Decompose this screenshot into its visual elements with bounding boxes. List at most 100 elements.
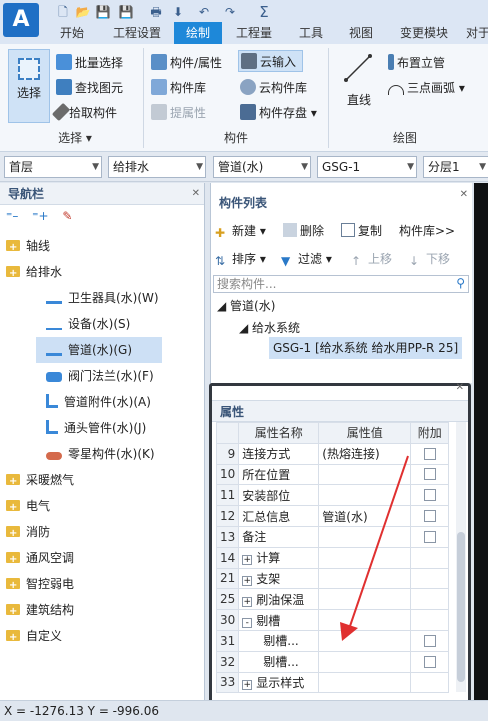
copy-icon [341, 223, 355, 237]
floor-select[interactable]: 首层 ▼ [4, 156, 102, 178]
pipe-icon [46, 347, 62, 356]
annotation-arrow [340, 455, 409, 641]
nav-item-sanitary[interactable]: 卫生器具(水)(W) [0, 285, 204, 311]
component-tree-item[interactable]: GSG-1 [给水系统 给水用PP-R 25] [269, 337, 463, 359]
cloud-input-icon [241, 53, 257, 69]
nav-item-equipment[interactable]: 设备(水)(S) [0, 311, 204, 337]
pipe-accessory-icon [46, 394, 58, 408]
nav-item-low-voltage[interactable]: 智控弱电 [0, 571, 204, 599]
new-component-button[interactable]: ✚ 新建 ▾ [215, 219, 266, 243]
tab-quantities[interactable]: 工程量 [228, 22, 280, 44]
nav-panel-header: 导航栏 ✕ [0, 183, 204, 205]
sort-icon: ⇅ [215, 254, 226, 268]
tab-change-module[interactable]: 变更模块 [392, 22, 456, 44]
expand-all-icon[interactable]: ⁼+ [32, 209, 48, 223]
delete-icon [283, 223, 297, 237]
nav-item-plumbing[interactable]: 给排水 [0, 259, 204, 287]
folder-icon [6, 599, 20, 625]
print-icon[interactable]: 🖶 [148, 4, 164, 20]
component-attr-button[interactable]: 构件/属性 [151, 52, 222, 74]
filter-button[interactable]: ▼ 过滤 ▾ [281, 247, 332, 271]
extract-attr-button[interactable]: 提属性 [151, 102, 206, 124]
cloud-lib-button[interactable]: 云构件库 [240, 77, 307, 99]
collapse-all-icon[interactable]: ⁼– [6, 209, 18, 223]
sum-icon[interactable]: Σ [256, 4, 272, 20]
new-file-icon[interactable]: 🗋 [55, 4, 71, 20]
arrow-up-icon: ↑ [351, 254, 362, 268]
arc-icon [388, 85, 404, 95]
group-separator [328, 48, 329, 148]
copy-component-button[interactable]: 复制 [341, 219, 382, 243]
component-library-button[interactable]: 构件库>> [399, 219, 455, 243]
nav-item-custom[interactable]: 自定义 [0, 623, 204, 651]
save-as-icon[interactable]: 💾 [118, 4, 134, 20]
component-lib-icon [151, 79, 167, 95]
save-icon[interactable]: 💾 [95, 4, 111, 20]
component-list-header: 构件列表 ✕ [211, 183, 472, 217]
cloud-input-button[interactable]: 云输入 [238, 50, 304, 72]
move-up-button[interactable]: ↑ 上移 [351, 247, 392, 271]
edit-nav-icon[interactable]: ✎ [62, 209, 72, 223]
component-search-input[interactable]: 搜索构件... ⚲ [213, 275, 469, 293]
layout-riser-button[interactable]: 布置立管 [388, 52, 445, 74]
nav-item-fire[interactable]: 消防 [0, 519, 204, 547]
sanitary-fixture-icon [46, 290, 62, 304]
folder-open-icon [6, 261, 20, 287]
line-icon [344, 54, 372, 82]
nav-tree: 轴线 给排水 卫生器具(水)(W) 设备(水)(S) 管道(水)(G) 阀门法兰… [0, 229, 204, 651]
component-attr-icon [151, 54, 167, 70]
component-select[interactable]: GSG-1 ▼ [317, 156, 417, 178]
close-icon[interactable]: ✕ [192, 183, 200, 205]
nav-item-pipe[interactable]: 管道(水)(G) [36, 337, 162, 363]
folder-icon [6, 547, 20, 573]
search-icon[interactable]: ⚲ [456, 276, 465, 290]
component-tree-root[interactable]: ◢ 管道(水) [217, 295, 275, 317]
component-lib-button[interactable]: 构件库 [151, 77, 206, 99]
folder-icon [6, 235, 20, 261]
drawing-canvas-edge[interactable] [474, 183, 488, 700]
undo-icon[interactable]: ↶ [196, 4, 212, 20]
layer-select[interactable]: 分层1 ▼ [423, 156, 488, 178]
find-element-button[interactable]: 查找图元 [56, 77, 123, 99]
component-tree-system[interactable]: ◢ 给水系统 [239, 317, 300, 339]
component-save-button[interactable]: 构件存盘 ▾ [240, 102, 317, 124]
tab-start[interactable]: 开始 [52, 22, 92, 44]
delete-component-button[interactable]: 删除 [283, 219, 324, 243]
close-icon[interactable]: ✕ [460, 175, 468, 215]
nav-item-misc[interactable]: 零星构件(水)(K) [0, 441, 204, 467]
select-big-button[interactable]: 选择 [8, 49, 50, 123]
tab-project-settings[interactable]: 工程设置 [104, 22, 170, 44]
redo-icon[interactable]: ↷ [222, 4, 238, 20]
move-down-button[interactable]: ↓ 下移 [409, 247, 450, 271]
extract-attr-icon [151, 104, 167, 120]
tab-tools[interactable]: 工具 [290, 22, 332, 44]
folder-icon [6, 495, 20, 521]
nav-item-structure[interactable]: 建筑结构 [0, 597, 204, 625]
equipment-icon [46, 321, 62, 330]
nav-toolbar: ⁼– ⁼+ ✎ [0, 205, 204, 229]
component-type-select[interactable]: 管道(水) ▼ [213, 156, 311, 178]
app-logo[interactable]: A [3, 3, 39, 37]
batch-select-button[interactable]: 批量选择 [56, 52, 123, 74]
nav-item-hvac[interactable]: 通风空调 [0, 545, 204, 573]
discipline-select[interactable]: 给排水 ▼ [108, 156, 206, 178]
line-button[interactable]: 直线 [336, 50, 382, 110]
nav-item-axis[interactable]: 轴线 [0, 233, 204, 261]
tab-view[interactable]: 视图 [340, 22, 382, 44]
pick-component-button[interactable]: 拾取构件 [51, 102, 117, 124]
export-icon[interactable]: ⬇ [170, 4, 186, 20]
folder-icon [6, 573, 20, 599]
nav-item-pipe-accessory[interactable]: 管道附件(水)(A) [0, 389, 204, 415]
open-folder-icon[interactable]: 📂 [75, 4, 91, 20]
tab-draw[interactable]: 绘制 [174, 22, 222, 44]
select-group-label[interactable]: 选择 ▾ [40, 128, 110, 148]
nav-item-heating[interactable]: 采暖燃气 [0, 467, 204, 495]
three-point-arc-button[interactable]: 三点画弧 ▾ [388, 77, 465, 99]
folder-icon [6, 521, 20, 547]
nav-item-fitting[interactable]: 通头管件(水)(J) [0, 415, 204, 441]
nav-item-valve[interactable]: 阀门法兰(水)(F) [0, 363, 204, 389]
sort-button[interactable]: ⇅ 排序 ▾ [215, 247, 266, 271]
tab-more[interactable]: 对于 [466, 22, 488, 44]
cloud-icon [240, 79, 256, 95]
nav-item-electrical[interactable]: 电气 [0, 493, 204, 521]
